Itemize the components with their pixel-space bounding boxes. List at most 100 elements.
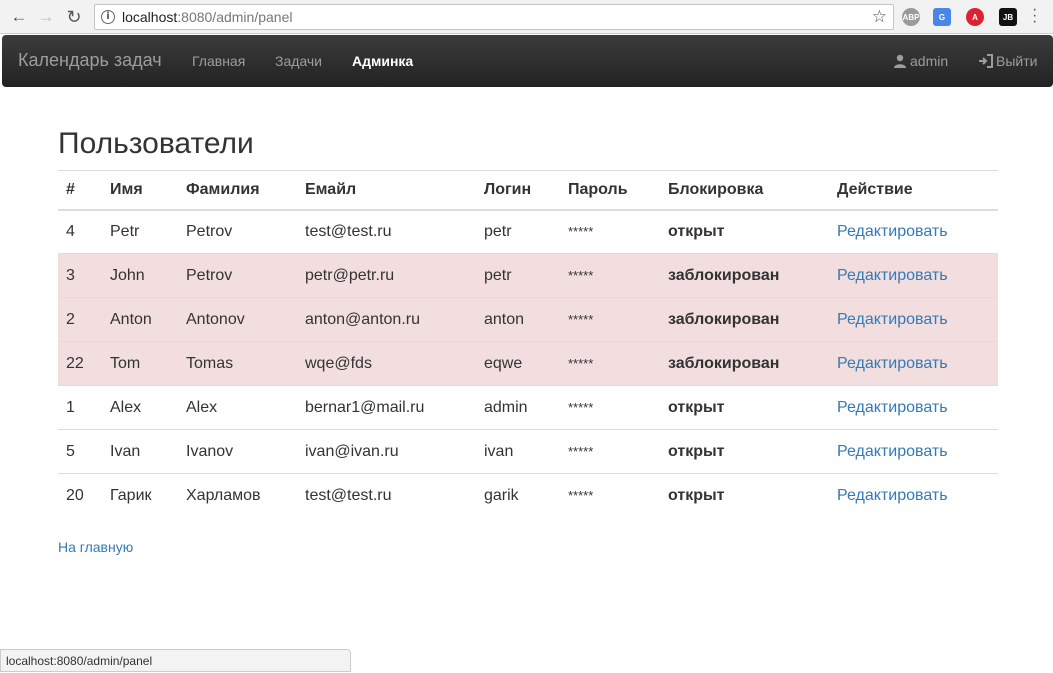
cell-first-name: Anton xyxy=(102,297,178,342)
cell-login: anton xyxy=(476,297,560,342)
cell-first-name: Гарик xyxy=(102,473,178,518)
cell-last-name: Antonov xyxy=(178,297,297,342)
info-icon[interactable]: i xyxy=(101,10,115,24)
cell-last-name: Alex xyxy=(178,385,297,430)
cell-email: bernar1@mail.ru xyxy=(297,385,476,430)
edit-link[interactable]: Редактировать xyxy=(837,443,948,460)
cell-email: anton@anton.ru xyxy=(297,297,476,342)
nav-user-label: admin xyxy=(910,53,949,69)
cell-last-name: Харламов xyxy=(178,473,297,518)
cell-email: wqe@fds xyxy=(297,341,476,386)
translate-extension-icon[interactable]: G xyxy=(933,8,951,26)
edit-link[interactable]: Редактировать xyxy=(837,223,948,240)
jetbrains-extension-icon[interactable]: JB xyxy=(999,8,1017,26)
cell-id: 5 xyxy=(58,429,102,474)
cell-id: 1 xyxy=(58,385,102,430)
cell-password: ***** xyxy=(560,385,660,430)
cell-last-name: Tomas xyxy=(178,341,297,386)
nav-logout[interactable]: Выйти xyxy=(978,53,1037,69)
cell-last-name: Ivanov xyxy=(178,429,297,474)
cell-status: заблокирован xyxy=(660,297,829,342)
column-header: Пароль xyxy=(560,170,660,211)
back-arrow-icon[interactable]: ← xyxy=(8,6,30,28)
cell-status: открыт xyxy=(660,209,829,254)
cell-action: Редактировать xyxy=(829,253,998,298)
table-header-row: # Имя Фамилия Емайл Логин Пароль Блокировка Дей… xyxy=(58,170,998,211)
cell-action: Редактировать xyxy=(829,429,998,474)
cell-action: Редактировать xyxy=(829,473,998,518)
cell-login: petr xyxy=(476,209,560,254)
cell-login: ivan xyxy=(476,429,560,474)
app-navbar: Календарь задач Главная Задачи Админка a… xyxy=(2,35,1053,87)
edit-link[interactable]: Редактировать xyxy=(837,399,948,416)
table-body: 4 Petr Petrov test@test.ru petr ***** открыт Ре… xyxy=(58,209,998,518)
cell-id: 22 xyxy=(58,341,102,386)
cell-login: eqwe xyxy=(476,341,560,386)
cell-action: Редактировать xyxy=(829,209,998,254)
edit-link[interactable]: Редактировать xyxy=(837,487,948,504)
table-row: 5 Ivan Ivanov ivan@ivan.ru ivan ***** открыт Ре… xyxy=(58,429,998,474)
address-bar[interactable]: i localhost:8080/admin/panel ☆ xyxy=(94,4,894,30)
nav-link-home[interactable]: Главная xyxy=(192,53,245,69)
browser-menu-icon[interactable]: · · · xyxy=(1032,2,1037,30)
nav-link-admin[interactable]: Админка xyxy=(352,53,413,69)
bookmark-star-icon[interactable]: ☆ xyxy=(872,7,887,27)
cell-status: открыт xyxy=(660,385,829,430)
cell-first-name: John xyxy=(102,253,178,298)
cell-email: test@test.ru xyxy=(297,209,476,254)
cell-password: ***** xyxy=(560,429,660,474)
table-row: 1 Alex Alex bernar1@mail.ru admin ***** открыт… xyxy=(58,385,998,430)
edit-link[interactable]: Редактировать xyxy=(837,355,948,372)
column-header: Емайл xyxy=(297,170,476,211)
user-icon xyxy=(894,54,906,68)
cell-last-name: Petrov xyxy=(178,209,297,254)
cell-action: Редактировать xyxy=(829,341,998,386)
adblock-extension-icon[interactable]: ABP xyxy=(902,8,920,26)
cell-password: ***** xyxy=(560,253,660,298)
column-header: Блокировка xyxy=(660,170,829,211)
cell-email: ivan@ivan.ru xyxy=(297,429,476,474)
cell-id: 3 xyxy=(58,253,102,298)
cell-first-name: Ivan xyxy=(102,429,178,474)
cell-email: petr@petr.ru xyxy=(297,253,476,298)
cell-id: 2 xyxy=(58,297,102,342)
browser-toolbar: ← → ↻ i localhost:8080/admin/panel ☆ ABP… xyxy=(0,0,1053,34)
nav-link-tasks[interactable]: Задачи xyxy=(275,53,322,69)
cell-last-name: Petrov xyxy=(178,253,297,298)
home-link[interactable]: На главную xyxy=(58,539,133,555)
cell-password: ***** xyxy=(560,209,660,254)
cell-login: petr xyxy=(476,253,560,298)
url-text[interactable]: localhost:8080/admin/panel xyxy=(122,9,292,25)
nav-logout-label: Выйти xyxy=(996,53,1038,69)
navbar-brand[interactable]: Календарь задач xyxy=(18,50,162,71)
column-header: Логин xyxy=(476,170,560,211)
table-row: 4 Petr Petrov test@test.ru petr ***** открыт Ре… xyxy=(58,209,998,254)
column-header: # xyxy=(58,170,102,211)
cell-status: открыт xyxy=(660,473,829,518)
table-row: 2 Anton Antonov anton@anton.ru anton ***** заб… xyxy=(58,297,998,342)
status-bar: localhost:8080/admin/panel xyxy=(0,649,351,672)
cell-password: ***** xyxy=(560,473,660,518)
cell-password: ***** xyxy=(560,297,660,342)
cell-first-name: Petr xyxy=(102,209,178,254)
cell-first-name: Alex xyxy=(102,385,178,430)
page-title: Пользователи xyxy=(58,127,254,160)
table-row: 3 John Petrov petr@petr.ru petr ***** заблокир… xyxy=(58,253,998,298)
edit-link[interactable]: Редактировать xyxy=(837,267,948,284)
column-header: Действие xyxy=(829,170,998,211)
adguard-extension-icon[interactable]: A xyxy=(966,8,984,26)
nav-user[interactable]: admin xyxy=(893,53,948,69)
cell-password: ***** xyxy=(560,341,660,386)
column-header: Имя xyxy=(102,170,178,211)
reload-icon[interactable]: ↻ xyxy=(63,6,85,28)
cell-login: admin xyxy=(476,385,560,430)
cell-status: заблокирован xyxy=(660,341,829,386)
forward-arrow-icon[interactable]: → xyxy=(35,6,57,28)
column-header: Фамилия xyxy=(178,170,297,211)
cell-login: garik xyxy=(476,473,560,518)
cell-first-name: Tom xyxy=(102,341,178,386)
cell-status: открыт xyxy=(660,429,829,474)
table-row: 20 Гарик Харламов test@test.ru garik ***** отк… xyxy=(58,473,998,518)
edit-link[interactable]: Редактировать xyxy=(837,311,948,328)
log-out-icon xyxy=(979,54,993,68)
